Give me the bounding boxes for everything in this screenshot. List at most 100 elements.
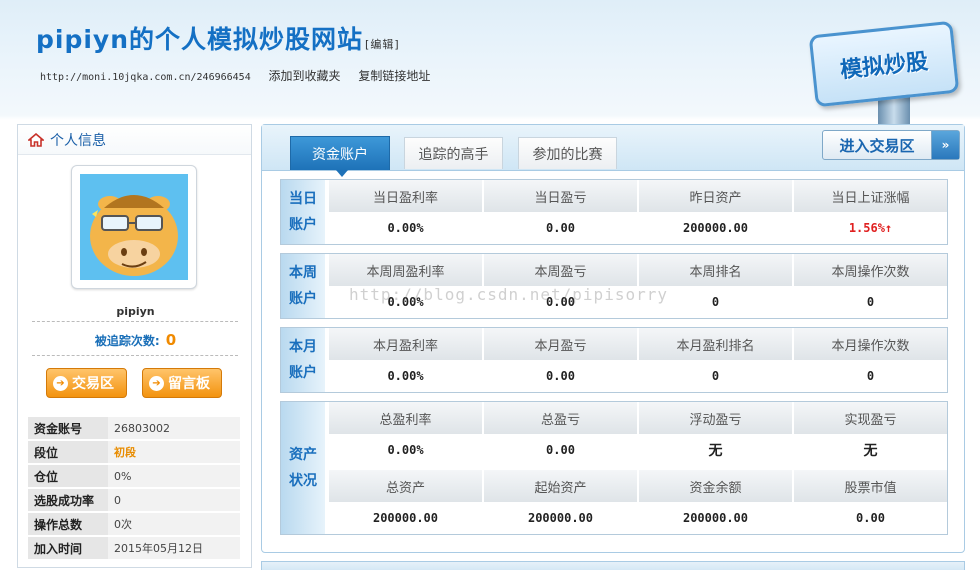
weekly-account-section: 本周账户 本周周盈利率 本周盈亏 本周排名 本周操作次数 0.00% 0.00 … — [280, 253, 948, 319]
enter-trade-button[interactable]: 进入交易区 » — [822, 130, 960, 160]
trade-zone-button[interactable]: ➔ 交易区 — [46, 368, 127, 398]
simulated-trading-sign: 模拟炒股 — [808, 18, 968, 138]
edit-link[interactable]: 编辑 — [365, 38, 400, 51]
column-header: 本周盈亏 — [484, 254, 637, 286]
realized-pnl: 无 — [794, 434, 947, 466]
daily-grid: 当日盈利率 当日盈亏 昨日资产 当日上证涨幅 0.00% 0.00 200000… — [329, 180, 947, 244]
column-header: 资金余额 — [639, 470, 792, 502]
site-title: pipiyn的个人模拟炒股网站编辑 — [36, 20, 400, 56]
avatar[interactable] — [80, 174, 188, 280]
info-key: 选股成功率 — [28, 489, 108, 511]
monthly-profit-rate: 0.00% — [329, 360, 482, 392]
asset-grid: 总盈利率 总盈亏 浮动盈亏 实现盈亏 0.00% 0.00 无 无 总资产 起始… — [329, 402, 947, 534]
header-row: 总资产 起始资产 资金余额 股票市值 — [329, 470, 947, 502]
header-row: 本周周盈利率 本周盈亏 本周排名 本周操作次数 — [329, 254, 947, 286]
message-board-button[interactable]: ➔ 留言板 — [142, 368, 222, 398]
tracked-number: 0 — [165, 331, 177, 349]
info-value: 2015年05月12日 — [108, 537, 240, 559]
value-row: 200000.00 200000.00 200000.00 0.00 — [329, 502, 947, 534]
monthly-grid: 本月盈利率 本月盈亏 本月盈利排名 本月操作次数 0.00% 0.00 0 0 — [329, 328, 947, 392]
sign-board: 模拟炒股 — [808, 20, 960, 108]
column-header: 实现盈亏 — [794, 402, 947, 434]
value-row: 0.00% 0.00 0 0 — [329, 360, 947, 392]
avatar-frame — [71, 165, 197, 289]
add-favorite-link[interactable]: 添加到收藏夹 — [269, 69, 341, 83]
cash-balance: 200000.00 — [639, 502, 792, 534]
monthly-rank: 0 — [639, 360, 792, 392]
table-row: 操作总数 0次 — [28, 513, 240, 535]
table-row: 仓位 0% — [28, 465, 240, 487]
column-header: 当日盈利率 — [329, 180, 482, 212]
sign-label: 模拟炒股 — [839, 49, 930, 84]
username: pipiyn — [116, 305, 155, 318]
value-row: 0.00% 0.00 200000.00 1.56%↑ — [329, 212, 947, 244]
arrow-right-icon: ➔ — [149, 375, 164, 391]
column-header: 本月操作次数 — [794, 328, 947, 360]
next-panel-edge — [261, 561, 965, 570]
divider — [32, 355, 238, 356]
column-header: 总资产 — [329, 470, 482, 502]
total-assets: 200000.00 — [329, 502, 482, 534]
header-row: 总盈利率 总盈亏 浮动盈亏 实现盈亏 — [329, 402, 947, 434]
tracked-count: 被追踪次数: 0 — [18, 331, 253, 349]
index-change: 1.56%↑ — [794, 212, 947, 244]
trade-zone-label: 交易区 — [72, 376, 114, 392]
column-header: 本月盈利排名 — [639, 328, 792, 360]
enter-trade-label: 进入交易区 — [839, 136, 915, 155]
info-key: 操作总数 — [28, 513, 108, 535]
monthly-account-section: 本月 账户 本月盈利率 本月盈亏 本月盈利排名 本月操作次数 0.00% 0.00… — [280, 327, 948, 393]
info-key: 段位 — [28, 441, 108, 463]
side-line: 账户 — [289, 217, 317, 233]
section-side-label: 资产 状况 — [281, 402, 325, 534]
total-pnl: 0.00 — [484, 434, 637, 466]
column-header: 本周周盈利率 — [329, 254, 482, 286]
side-line: 当日 — [289, 191, 317, 207]
tab-funds-account[interactable]: 资金账户 — [290, 136, 390, 177]
floating-pnl: 无 — [639, 434, 792, 466]
account-panel: 资金账户 追踪的高手 参加的比赛 进入交易区 » 当日账户 当日盈利率 当日盈亏… — [261, 124, 965, 553]
column-header: 当日盈亏 — [484, 180, 637, 212]
monthly-ops: 0 — [794, 360, 947, 392]
site-title-text: pipiyn的个人模拟炒股网站 — [36, 25, 364, 54]
stock-market-value: 0.00 — [794, 502, 947, 534]
daily-pnl: 0.00 — [484, 212, 637, 244]
site-url: http://moni.10jqka.com.cn/246966454 — [40, 72, 251, 83]
asset-status-section: 资产 状况 总盈利率 总盈亏 浮动盈亏 实现盈亏 0.00% 0.00 无 无 总… — [280, 401, 948, 535]
table-row: 加入时间 2015年05月12日 — [28, 537, 240, 559]
tab-competitions[interactable]: 参加的比赛 — [518, 137, 617, 169]
side-line: 账户 — [289, 291, 317, 307]
weekly-ops: 0 — [794, 286, 947, 318]
weekly-grid: 本周周盈利率 本周盈亏 本周排名 本周操作次数 0.00% 0.00 0 0 — [329, 254, 947, 318]
weekly-profit-rate: 0.00% — [329, 286, 482, 318]
info-key: 仓位 — [28, 465, 108, 487]
header-links: http://moni.10jqka.com.cn/246966454 添加到收… — [40, 67, 444, 84]
column-header: 本周操作次数 — [794, 254, 947, 286]
side-line: 本周 — [289, 265, 317, 281]
section-side-label: 本月 账户 — [281, 328, 325, 392]
tracked-label: 被追踪次数: — [94, 334, 160, 348]
info-key: 资金账号 — [28, 417, 108, 439]
table-row: 段位 初段 — [28, 441, 240, 463]
column-header: 本月盈利率 — [329, 328, 482, 360]
column-header: 浮动盈亏 — [639, 402, 792, 434]
side-line: 本月 — [289, 339, 317, 355]
header-row: 当日盈利率 当日盈亏 昨日资产 当日上证涨幅 — [329, 180, 947, 212]
side-line: 资产 — [289, 447, 317, 463]
column-header: 总盈亏 — [484, 402, 637, 434]
copy-link-link[interactable]: 复制链接地址 — [358, 69, 430, 83]
column-header: 本月盈亏 — [484, 328, 637, 360]
home-icon — [26, 132, 46, 147]
tab-bar: 资金账户 追踪的高手 参加的比赛 进入交易区 » — [262, 125, 964, 177]
table-row: 资金账号 26803002 — [28, 417, 240, 439]
double-arrow-icon: » — [931, 131, 959, 159]
column-header: 本周排名 — [639, 254, 792, 286]
section-side-label: 当日 账户 — [281, 180, 325, 244]
info-value: 26803002 — [108, 417, 240, 439]
column-header: 总盈利率 — [329, 402, 482, 434]
column-header: 昨日资产 — [639, 180, 792, 212]
info-value: 初段 — [108, 441, 240, 463]
divider — [32, 321, 238, 322]
yesterday-assets: 200000.00 — [639, 212, 792, 244]
tab-tracked-experts[interactable]: 追踪的高手 — [404, 137, 503, 169]
daily-profit-rate: 0.00% — [329, 212, 482, 244]
